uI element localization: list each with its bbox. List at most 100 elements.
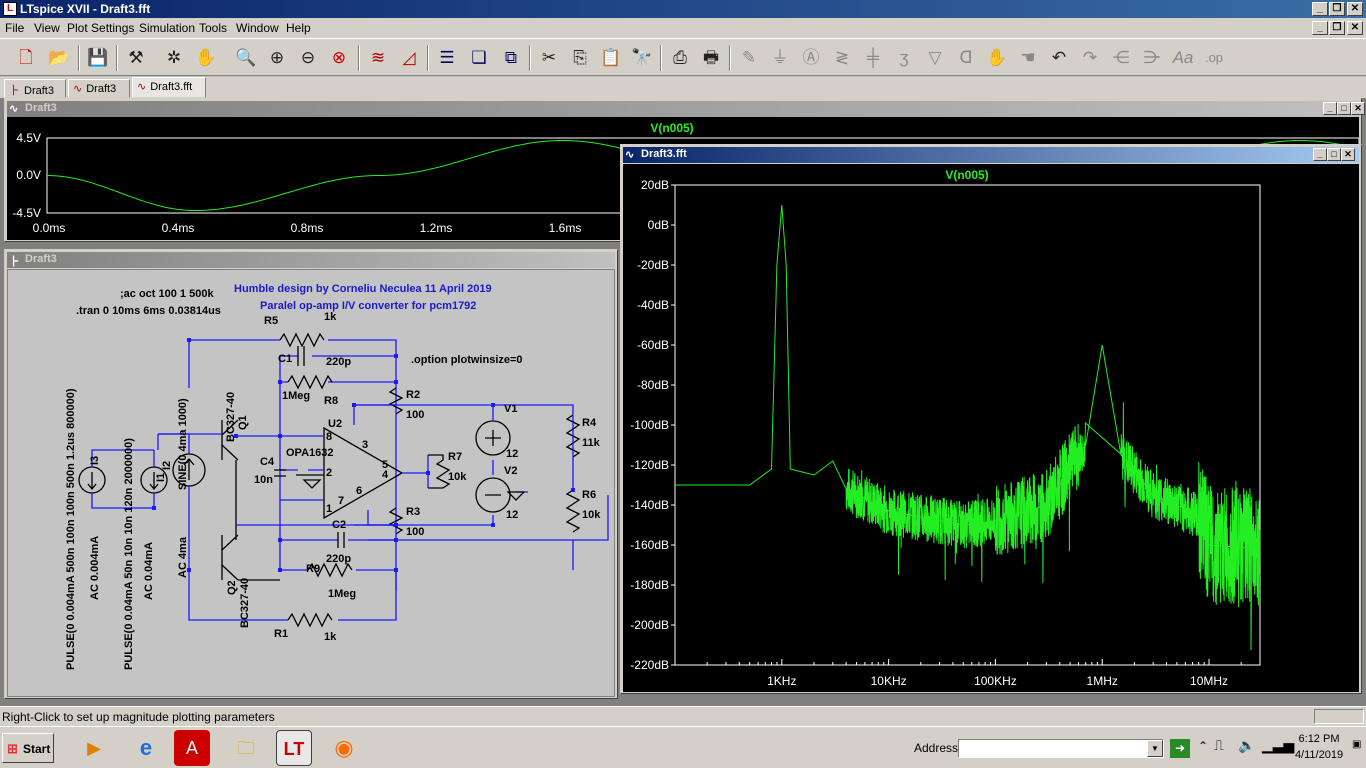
internet-explorer-icon[interactable]: e [128,730,164,766]
i3-label[interactable]: I3 [89,456,101,465]
go-arrow-icon[interactable]: ➜ [1170,739,1190,758]
component-icon[interactable]: ᗡ [952,44,980,72]
mdi-restore-button[interactable]: ❐ [1329,21,1345,35]
rotate-icon[interactable]: ⋲ [1107,44,1135,72]
r9-label[interactable]: R9 [306,563,320,575]
address-input[interactable]: ▼ [958,739,1164,758]
ac-directive[interactable]: ;ac oct 100 1 500k [120,288,214,300]
c1-value[interactable]: 220p [326,356,351,368]
find-icon[interactable]: 🔭 [628,44,656,72]
q2-label[interactable]: Q2 [226,580,238,595]
acrobat-icon[interactable]: A [174,730,210,766]
text-icon[interactable]: Aa [1169,44,1197,72]
credit-line-2[interactable]: Paralel op-amp I/V converter for pcm1792 [260,300,476,312]
i1-ac-value[interactable]: AC 0.04mA [143,542,155,600]
cut-icon[interactable]: ✂ [535,44,563,72]
fft-plot-window[interactable]: ∿ Draft3.fft _ □ ✕ V(n005) 20dB 0dB -20dB -… [620,144,1362,694]
r8-value[interactable]: 1Meg [282,390,310,402]
c2-label[interactable]: C2 [332,519,346,531]
new-schematic-icon[interactable]: 🗋 [12,44,40,72]
credit-line-1[interactable]: Humble design by Corneliu Neculea 11 Apr… [234,283,492,295]
c4-value[interactable]: 10n [254,474,273,486]
resistor-icon[interactable]: ≷ [828,44,856,72]
label-net-icon[interactable]: Ⓐ [797,44,825,72]
minimize-button[interactable]: _ [1323,102,1337,115]
r2-value[interactable]: 100 [406,409,424,421]
cascade-icon[interactable]: ❏ [465,44,493,72]
tab-schematic[interactable]: ⺊ Draft3 [4,79,66,98]
close-button[interactable]: ✕ [1351,102,1365,115]
minimize-button[interactable]: _ [1313,148,1327,161]
autorange-icon[interactable]: ≋ [364,44,392,72]
system-clock[interactable]: 6:12 PM 4/11/2019 [1286,731,1352,763]
transient-window-titlebar[interactable]: ∿ Draft3 _ □ ✕ [7,101,1365,117]
menu-window[interactable]: Window [236,21,279,35]
i1-value[interactable]: PULSE(0 0.04mA 50n 10n 10n 120n 2000000) [123,438,135,670]
minimize-button[interactable]: _ [1312,2,1328,16]
inductor-icon[interactable]: ʒ [890,44,918,72]
r7-label[interactable]: R7 [448,451,462,463]
q2-value[interactable]: BC327-40 [239,578,251,628]
r4-value[interactable]: 11k [582,437,601,449]
schematic-window[interactable]: ⺊ Draft3 ;ac oct 100 1 500k .tran 0 10ms… [4,249,618,699]
i1-label[interactable]: I1 [155,473,167,482]
print-preview-icon[interactable]: ⎙ [666,44,694,72]
i2-label[interactable]: I2 [161,461,173,470]
trace-noise-vn005[interactable] [845,402,1261,651]
menu-help[interactable]: Help [286,21,311,35]
r9-value[interactable]: 1Meg [328,588,356,600]
mirror-icon[interactable]: ⋺ [1138,44,1166,72]
c2-value[interactable]: 220p [326,553,351,565]
run-icon[interactable]: ✲ [160,44,188,72]
r5-value[interactable]: 1k [324,311,337,323]
r3-value[interactable]: 100 [406,526,424,538]
zoom-cancel-icon[interactable]: ⊗ [325,44,353,72]
i2-value[interactable]: SINE(0 4ma 1000) [177,398,189,490]
option-directive[interactable]: .option plotwinsize=0 [411,354,523,366]
save-icon[interactable]: 💾 [84,44,112,72]
u2-value[interactable]: OPA1632 [286,447,334,459]
mdi-minimize-button[interactable]: _ [1312,21,1328,35]
close-button[interactable]: ✕ [1341,148,1355,161]
capacitor-icon[interactable]: ╪ [859,44,887,72]
r1-label[interactable]: R1 [274,628,288,640]
r8-label[interactable]: R8 [324,395,338,407]
q1-label[interactable]: Q1 [237,415,249,430]
start-button[interactable]: ⊞ Start [2,733,54,763]
drag-hand-icon[interactable]: ☚ [1014,44,1042,72]
ltspice-taskbar-icon[interactable]: LT [276,730,312,766]
v1-label[interactable]: V1 [504,403,517,415]
menu-file[interactable]: File [5,21,24,35]
i3-value[interactable]: PULSE(0 0.004mA 500n 100n 100n 500n 1.2u… [65,388,77,670]
tile-horizontal-icon[interactable]: ☰ [433,44,461,72]
copy-icon[interactable]: ⎘ [566,44,594,72]
zoom-full-icon[interactable]: ⊕ [263,44,291,72]
r1-value[interactable]: 1k [324,631,337,643]
pan-hand-icon[interactable]: ✋ [192,44,220,72]
u2-label[interactable]: U2 [328,418,342,430]
spice-directive-icon[interactable]: .op [1200,44,1228,72]
v2-value[interactable]: 12 [506,509,518,521]
v2-label[interactable]: V2 [504,465,517,477]
r6-value[interactable]: 10k [582,509,601,521]
firefox-icon[interactable]: ◉ [326,730,362,766]
schematic-canvas[interactable]: ;ac oct 100 1 500k .tran 0 10ms 6ms 0.03… [7,269,615,697]
r3-label[interactable]: R3 [406,506,420,518]
paste-icon[interactable]: 📋 [597,44,625,72]
notification-icon[interactable]: ▣ [1352,739,1364,757]
restore-button[interactable]: □ [1337,102,1351,115]
fft-chart[interactable]: V(n005) 20dB 0dB -20dB -40dB -60dB -80dB -100d… [623,164,1359,692]
usb-device-icon[interactable]: ⎍ [1214,737,1224,754]
zoom-in-icon[interactable]: 🔍 [232,44,260,72]
print-icon[interactable]: 🖶 [697,44,725,72]
restore-button[interactable]: ❐ [1329,2,1345,16]
mdi-close-button[interactable]: ✕ [1347,21,1363,35]
speaker-icon[interactable]: 🔈 [1238,737,1255,754]
r4-label[interactable]: R4 [582,417,597,429]
tile-vertical-icon[interactable]: ⧉ [497,44,525,72]
menu-plot-settings[interactable]: Plot Settings [67,21,134,35]
r5-label[interactable]: R5 [264,315,278,327]
fft-plot-area[interactable]: V(n005) 20dB 0dB -20dB -40dB -60dB -80dB -100d… [623,164,1359,692]
file-explorer-icon[interactable]: 🗀 [228,730,264,766]
q1-value[interactable]: BC327-40 [225,392,237,442]
